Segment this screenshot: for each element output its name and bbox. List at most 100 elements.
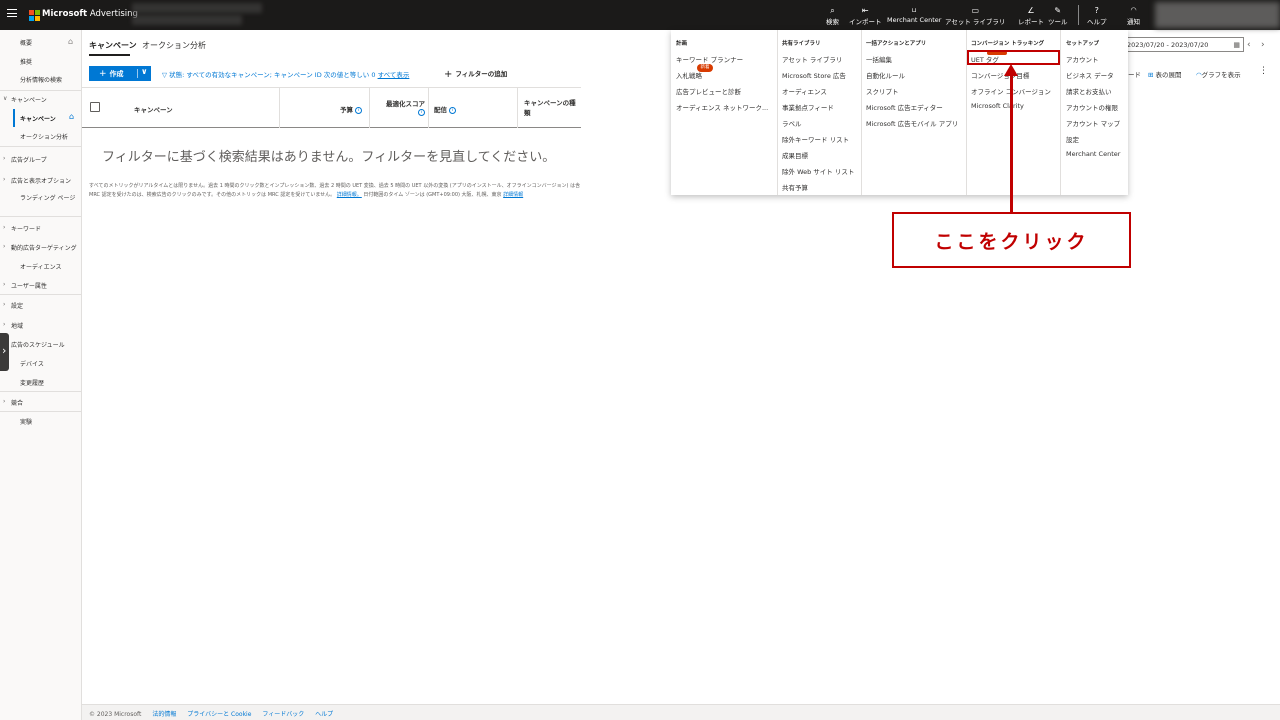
- sidebar-item-landing-pages[interactable]: ランディング ページ: [0, 194, 76, 203]
- sidebar-group-dsa-targets[interactable]: › 動的広告ターゲティング: [0, 243, 82, 252]
- more-options-icon[interactable]: ⋮: [1259, 66, 1268, 76]
- help-icon: ?: [1094, 6, 1099, 15]
- filter-summary[interactable]: ▽ 状態: すべての有効なキャンペーン; キャンペーン ID 次の値と等しい 0…: [162, 69, 409, 79]
- sidebar-collapse-handle[interactable]: [0, 333, 9, 371]
- footer-link-privacy[interactable]: プライバシーと Cookie: [187, 711, 251, 718]
- chevron-down-icon: ∨: [3, 95, 8, 102]
- add-filter-button[interactable]: + フィルターの追加: [444, 68, 507, 80]
- account-name-redacted[interactable]: [132, 3, 262, 13]
- menu-item-bulk-edit[interactable]: 一括編集: [866, 54, 892, 64]
- menu-item-business-feed[interactable]: 事業拠点フィード: [782, 102, 834, 112]
- topnav-import[interactable]: ⇤ インポート: [849, 5, 882, 26]
- chevron-right-icon: ›: [3, 321, 6, 328]
- tab-underline: [89, 54, 130, 56]
- menu-item-accounts[interactable]: アカウント: [1066, 54, 1099, 64]
- date-range-picker[interactable]: 2023/07/20 - 2023/07/20 ▦: [1126, 37, 1244, 52]
- calendar-icon: ▦: [1233, 41, 1240, 49]
- home-outline-icon[interactable]: ⌂: [68, 37, 73, 46]
- menu-item-negative-keyword-lists[interactable]: 除外キーワード リスト: [782, 134, 849, 144]
- chevron-right-icon: ›: [3, 398, 6, 405]
- menu-item-account-map[interactable]: アカウント マップ: [1066, 118, 1120, 128]
- sidebar-group-locations[interactable]: › 地域: [0, 321, 82, 330]
- topnav-help[interactable]: ? ヘルプ: [1087, 5, 1107, 26]
- menu-item-audience-network[interactable]: オーディエンス ネットワーク...: [676, 102, 768, 112]
- topnav-merchant-center[interactable]: ⊔ Merchant Center: [887, 5, 941, 24]
- expand-icon: ⊞: [1148, 71, 1154, 79]
- info-icon: i: [418, 108, 425, 116]
- sidebar-group-ad-groups[interactable]: › 広告グループ: [0, 155, 82, 164]
- sidebar-item-insights[interactable]: 分析情報の検索: [0, 75, 82, 84]
- sidebar-group-demographics[interactable]: › ユーザー属性: [0, 281, 82, 290]
- menu-item-account-access[interactable]: アカウントの権限: [1066, 102, 1118, 112]
- menu-header-bulk-actions: 一括アクションとアプリ: [866, 41, 927, 47]
- create-button[interactable]: + 作成 ∨: [89, 66, 151, 81]
- microsoft-logo: [29, 10, 40, 21]
- menu-item-website-exclusion-lists[interactable]: 除外 Web サイト リスト: [782, 166, 854, 176]
- footer-link-help[interactable]: ヘルプ: [315, 711, 333, 718]
- bell-icon: ◠: [1130, 6, 1137, 14]
- footer-link-legal[interactable]: 法的情報: [152, 711, 176, 718]
- col-campaign-type[interactable]: キャンペーンの種類: [524, 98, 580, 118]
- sidebar-divider: [0, 294, 82, 295]
- menu-item-audiences[interactable]: オーディエンス: [782, 86, 827, 96]
- col-optimization-score[interactable]: 最適化スコア i: [383, 98, 425, 116]
- prev-date-arrow[interactable]: ‹: [1247, 40, 1251, 50]
- menu-item-scripts[interactable]: スクリプト: [866, 86, 899, 96]
- sidebar-group-keywords[interactable]: › キーワード: [0, 224, 82, 233]
- sidebar-group-ad-schedule[interactable]: ›広告のスケジュール: [0, 340, 82, 349]
- sidebar-item-recommendations[interactable]: 推奨: [0, 57, 82, 66]
- sidebar-item-audiences[interactable]: オーディエンス: [0, 262, 82, 271]
- menu-item-ad-preview[interactable]: 広告プレビューと診断: [676, 86, 741, 96]
- sidebar-item-change-history[interactable]: 変更履歴: [0, 378, 82, 387]
- sidebar-group-competition[interactable]: › 競合: [0, 398, 82, 407]
- tab-auction-insights[interactable]: オークション分析: [142, 40, 206, 51]
- learn-more-link[interactable]: 詳細情報: [503, 192, 523, 198]
- topnav-notifications[interactable]: ◠ 通知: [1127, 5, 1140, 26]
- menu-item-asset-library[interactable]: アセット ライブラリ: [782, 54, 842, 64]
- product-brand[interactable]: Microsoft Advertising: [42, 9, 138, 19]
- sidebar-group-ads-extensions[interactable]: › 広告と表示オプション: [0, 176, 82, 185]
- user-profile-redacted[interactable]: [1155, 2, 1280, 28]
- menu-item-mobile-app[interactable]: Microsoft 広告モバイル アプリ: [866, 118, 958, 128]
- topnav-reports[interactable]: ∠ レポート: [1018, 5, 1044, 26]
- menu-item-microsoft-clarity[interactable]: Microsoft Clarity: [971, 102, 1024, 110]
- learn-more-link[interactable]: 詳細情報。: [337, 192, 362, 198]
- home-icon[interactable]: ⌂: [69, 112, 74, 121]
- sidebar-item-auction-insights[interactable]: オークション分析: [0, 132, 82, 141]
- sidebar-divider: [0, 146, 82, 147]
- menu-item-merchant-center[interactable]: Merchant Center: [1066, 150, 1120, 158]
- sidebar-group-campaigns[interactable]: ∨ キャンペーン: [0, 95, 82, 104]
- sidebar-group-settings[interactable]: › 設定: [0, 301, 82, 310]
- menu-item-business-data[interactable]: ビジネス データ: [1066, 70, 1114, 80]
- topnav-search[interactable]: ⌕ 検索: [826, 5, 839, 26]
- show-all-link[interactable]: すべて表示: [378, 71, 410, 79]
- menu-item-ads-editor[interactable]: Microsoft 広告エディター: [866, 102, 943, 112]
- col-delivery[interactable]: 配信 i: [434, 104, 457, 114]
- tab-campaigns[interactable]: キャンペーン: [89, 40, 137, 51]
- menu-item-conversion-goals-ct[interactable]: コンバージョン目標: [971, 70, 1029, 80]
- cart-icon: ⊔: [911, 7, 917, 14]
- menu-item-labels[interactable]: ラベル: [782, 118, 802, 128]
- topnav-asset-library[interactable]: ▭ アセット ライブラリ: [945, 5, 1005, 26]
- menu-item-preferences[interactable]: 設定: [1066, 134, 1079, 144]
- next-date-arrow[interactable]: ›: [1261, 40, 1265, 50]
- topnav-tools[interactable]: ✎ ツール: [1048, 5, 1068, 26]
- menu-item-automated-rules[interactable]: 自動化ルール: [866, 70, 905, 80]
- expand-table-button[interactable]: ⊞ 表の展開: [1148, 69, 1182, 79]
- hamburger-menu-icon[interactable]: [7, 9, 17, 17]
- show-chart-button[interactable]: ◠グラフを表示: [1196, 69, 1241, 79]
- col-budget[interactable]: 予算 i: [340, 104, 363, 114]
- menu-item-microsoft-store-ads[interactable]: Microsoft Store 広告: [782, 70, 846, 80]
- menu-item-conversion-goals[interactable]: 成果目標: [782, 150, 808, 160]
- search-icon: ⌕: [830, 6, 835, 15]
- col-campaign[interactable]: キャンペーン: [134, 104, 173, 114]
- menu-item-keyword-planner[interactable]: キーワード プランナー: [676, 54, 743, 64]
- download-button[interactable]: ード: [1128, 69, 1141, 79]
- sidebar-item-experiments[interactable]: 実験: [0, 417, 82, 426]
- menu-item-shared-budgets[interactable]: 共有予算: [782, 182, 808, 192]
- sidebar-item-devices[interactable]: デバイス: [0, 359, 82, 368]
- select-all-checkbox[interactable]: [90, 102, 100, 112]
- footer-link-feedback[interactable]: フィードバック: [262, 711, 304, 718]
- plus-icon: +: [444, 69, 453, 80]
- menu-item-billing[interactable]: 請求とお支払い: [1066, 86, 1112, 96]
